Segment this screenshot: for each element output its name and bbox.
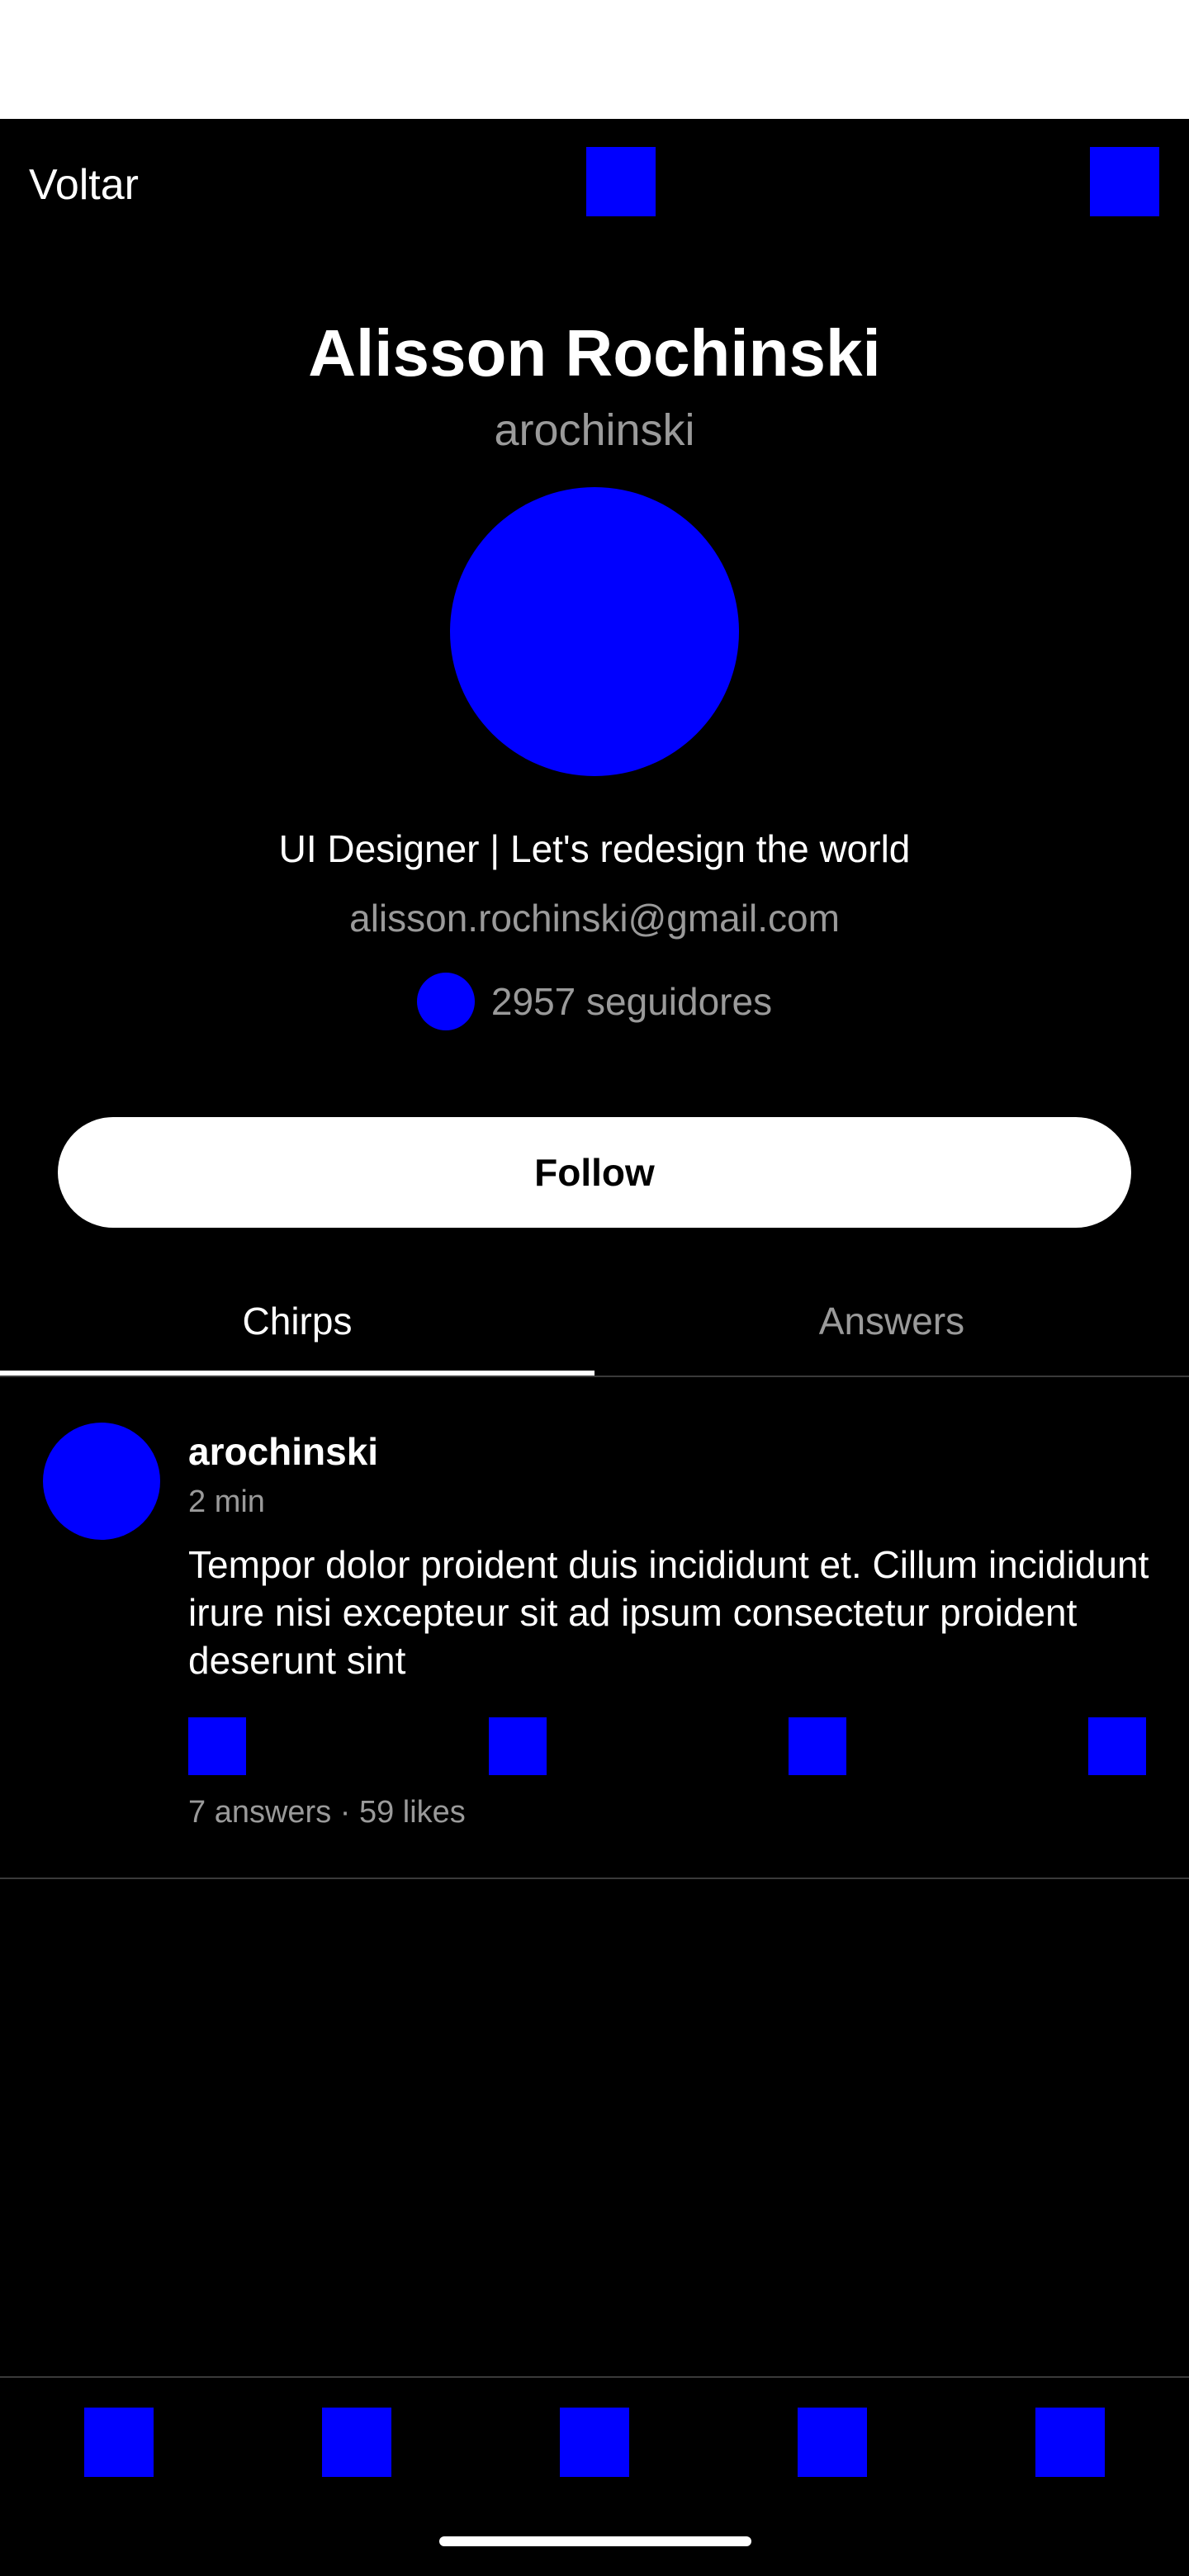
post-avatar[interactable] — [43, 1423, 160, 1540]
status-bar — [0, 0, 1189, 119]
profile-name: Alisson Rochinski — [308, 316, 881, 390]
profile-email[interactable]: alisson.rochinski@gmail.com — [0, 892, 1189, 945]
reply-icon[interactable] — [188, 1717, 246, 1775]
post-timestamp: 2 min — [188, 1485, 265, 1519]
divider — [0, 1878, 1189, 1879]
profile-bio: UI Designer | Let's redesign the world — [278, 827, 911, 870]
followers-count: 2957 seguidores — [490, 980, 773, 1023]
home-icon[interactable] — [84, 2408, 154, 2477]
tab-chirps[interactable]: Chirps — [0, 1271, 594, 1371]
divider — [0, 1376, 1189, 1377]
menu-icon[interactable] — [1090, 147, 1159, 216]
post-stats[interactable]: 7 answers · 59 likes — [188, 1792, 466, 1833]
avatar — [450, 487, 739, 776]
back-link[interactable]: Voltar — [29, 155, 139, 215]
post-body: Tempor dolor proident duis incididunt et… — [188, 1543, 1149, 1682]
messages-icon[interactable] — [1035, 2408, 1105, 2477]
logo-icon — [586, 147, 656, 216]
followers-icon — [416, 973, 475, 1030]
compose-icon[interactable] — [560, 2408, 629, 2477]
notifications-icon[interactable] — [798, 2408, 867, 2477]
share-icon[interactable] — [1088, 1717, 1146, 1775]
profile-tabs: Chirps Answers — [0, 1271, 1189, 1377]
post-author[interactable]: arochinski — [188, 1428, 378, 1475]
follow-button[interactable]: Follow — [58, 1117, 1131, 1228]
home-indicator[interactable] — [439, 2536, 751, 2546]
rechirp-icon[interactable] — [489, 1717, 547, 1775]
like-icon[interactable] — [789, 1717, 846, 1775]
search-icon[interactable] — [322, 2408, 391, 2477]
divider — [0, 2376, 1189, 2378]
followers-row[interactable]: 2957 seguidores — [0, 971, 1189, 1032]
profile-handle: arochinski — [494, 405, 695, 455]
tab-answers[interactable]: Answers — [594, 1271, 1189, 1371]
